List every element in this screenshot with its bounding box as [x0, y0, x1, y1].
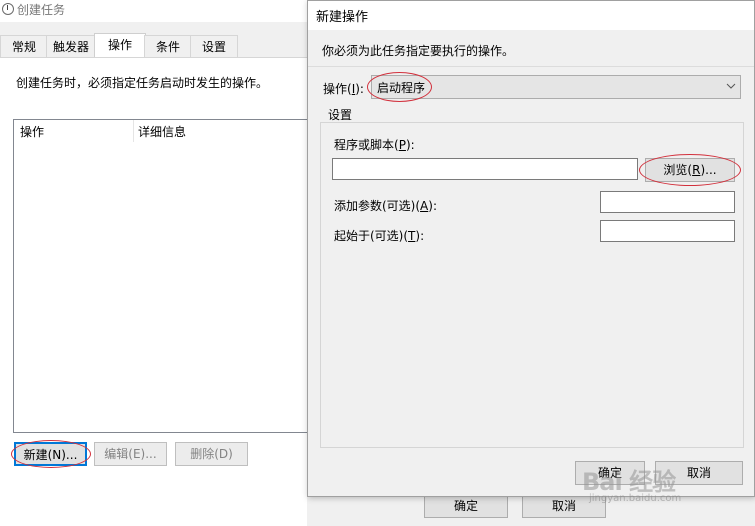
- dialog-divider: [308, 66, 754, 67]
- tab-settings[interactable]: 设置: [190, 35, 238, 58]
- action-type-value: 启动程序: [377, 81, 426, 95]
- dialog-instruction: 你必须为此任务指定要执行的操作。: [322, 44, 515, 58]
- task-scheduler-icon: [2, 3, 14, 15]
- actions-list[interactable]: [13, 119, 311, 433]
- start-in-input[interactable]: [600, 220, 735, 242]
- tab-conditions[interactable]: 条件: [144, 35, 192, 58]
- column-divider: [133, 120, 134, 142]
- arguments-label: 添加参数(可选)(A):: [334, 199, 437, 213]
- task-ok-button[interactable]: 确定: [424, 494, 508, 518]
- tab-triggers[interactable]: 触发器: [46, 35, 96, 58]
- settings-group-label: 设置: [328, 108, 353, 122]
- create-task-title: 创建任务: [17, 3, 66, 17]
- column-header-action[interactable]: 操作: [20, 123, 44, 140]
- tab-actions[interactable]: 操作: [94, 33, 146, 59]
- action-type-select[interactable]: [371, 75, 741, 99]
- start-in-label: 起始于(可选)(T):: [334, 229, 425, 243]
- dialog-title: 新建操作: [316, 10, 369, 25]
- watermark-url: jingyan.baidu.com: [589, 493, 682, 504]
- delete-action-button[interactable]: 删除(D): [175, 442, 248, 466]
- action-type-label: 操作(I):: [323, 82, 364, 96]
- window-footer: [0, 484, 307, 526]
- tab-general[interactable]: 常规: [0, 35, 48, 58]
- arguments-input[interactable]: [600, 191, 735, 213]
- browse-button[interactable]: 浏览(R)...: [645, 158, 735, 182]
- chevron-down-icon[interactable]: [725, 80, 737, 92]
- actions-description: 创建任务时，必须指定任务启动时发生的操作。: [16, 76, 269, 90]
- column-header-details[interactable]: 详细信息: [138, 123, 186, 140]
- edit-action-button[interactable]: 编辑(E)...: [94, 442, 167, 466]
- program-script-input[interactable]: [332, 158, 638, 180]
- watermark-logo: Bai 经验: [582, 468, 676, 496]
- new-action-button[interactable]: 新建(N)...: [14, 442, 87, 466]
- program-script-label: 程序或脚本(P):: [334, 138, 415, 152]
